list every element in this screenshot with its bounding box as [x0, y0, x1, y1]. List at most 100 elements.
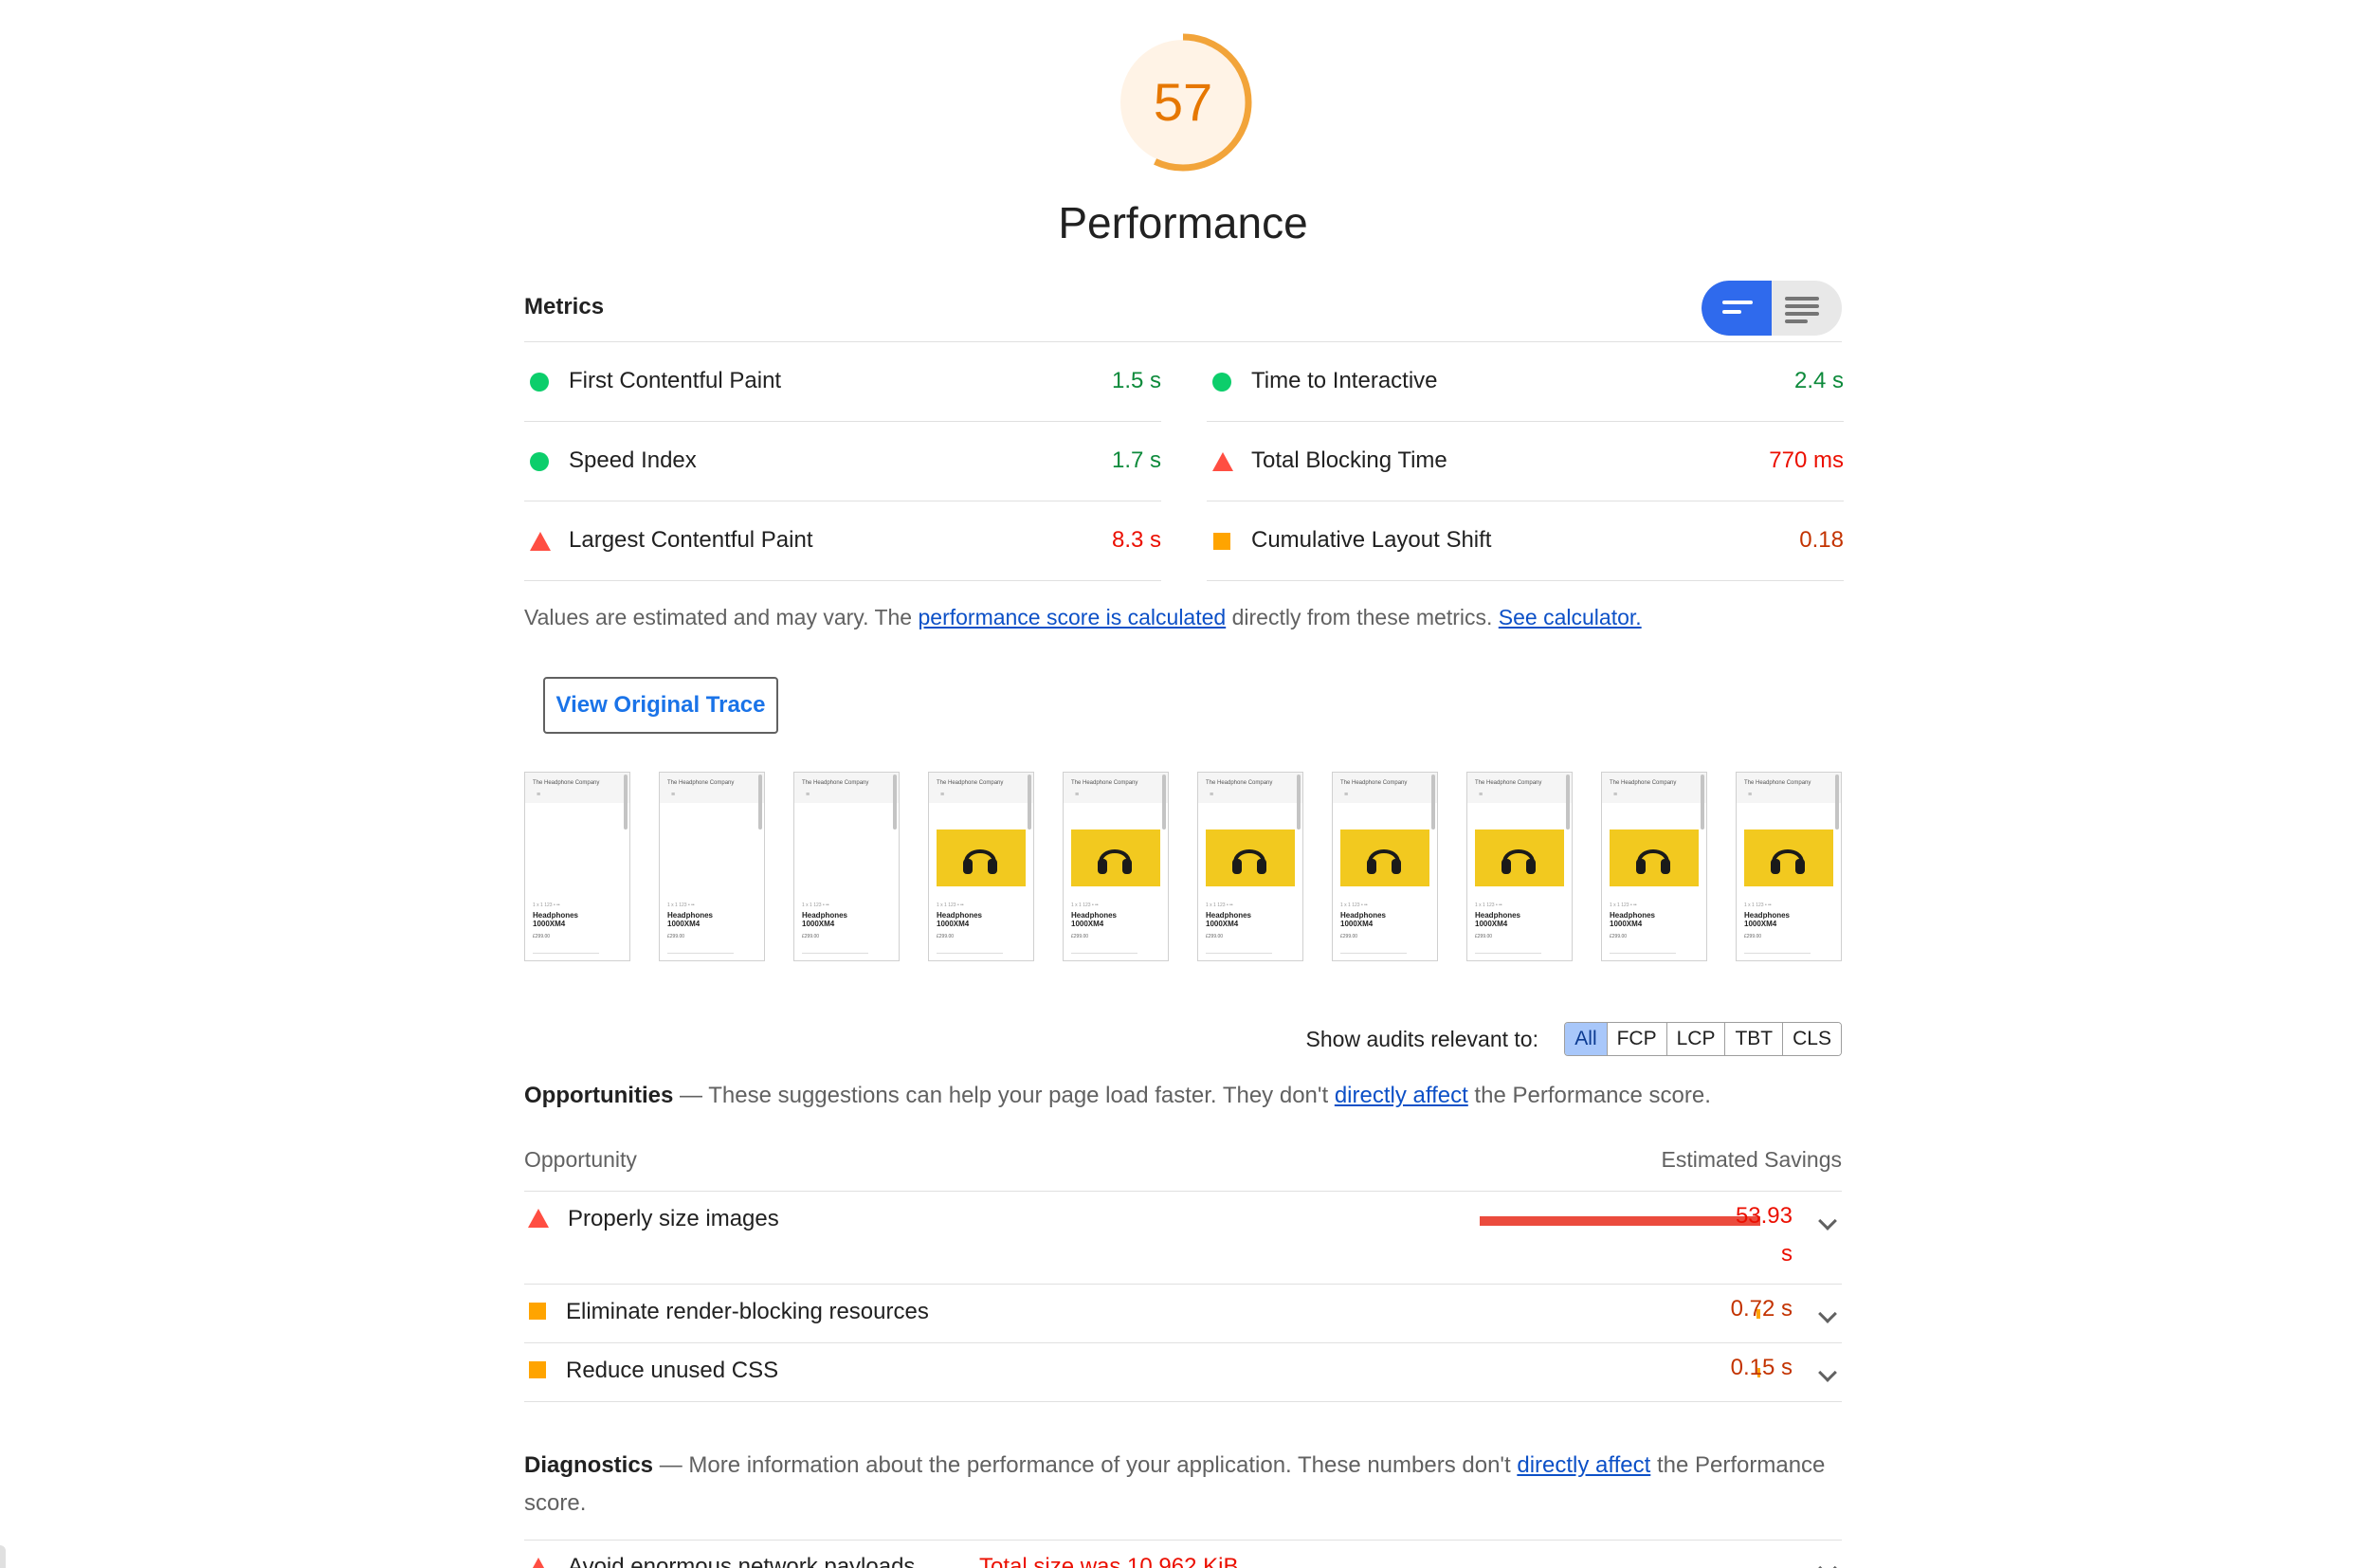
frame-scrollbar — [893, 775, 897, 830]
hamburger-menu-icon: ≡ — [1613, 792, 1618, 798]
metric-label: First Contentful Paint — [569, 368, 782, 393]
bar-view-icon[interactable] — [1702, 281, 1772, 336]
opportunity-eliminate-render-blocking[interactable]: Eliminate render-blocking resources 0.72… — [524, 1285, 1842, 1343]
savings-value: 0.15 s — [1730, 1355, 1793, 1380]
opportunity-reduce-unused-css[interactable]: Reduce unused CSS 0.15 s — [524, 1343, 1842, 1402]
diagnostic-avoid-enormous-payloads[interactable]: Avoid enormous network payloads Total si… — [524, 1540, 1842, 1568]
diagnostic-value: Total size was 10,962 KiB — [979, 1554, 1239, 1568]
average-square-icon — [529, 1361, 546, 1378]
audit-filter: Show audits relevant to: All FCP LCP TBT… — [524, 1022, 1842, 1056]
metrics-grid: First Contentful Paint 1.5 s Speed Index… — [524, 341, 1844, 581]
product-name-line2: 1000XM4 — [667, 920, 701, 928]
product-name-line2: 1000XM4 — [1340, 920, 1374, 928]
frame-header — [1737, 773, 1841, 803]
frame-text-line — [1610, 953, 1676, 954]
product-name-line1: Headphones — [1744, 911, 1791, 920]
savings-value: 0.72 s — [1730, 1296, 1793, 1322]
average-square-icon — [529, 1303, 546, 1320]
frame-scrollbar — [1835, 775, 1839, 830]
note-text: directly from these metrics. — [1226, 605, 1499, 629]
filter-chip-all[interactable]: All — [1565, 1023, 1607, 1055]
frame-product-name: Headphones 1000XM4 — [1206, 911, 1251, 928]
metric-largest-contentful-paint: Largest Contentful Paint 8.3 s — [524, 501, 1161, 581]
metrics-column-left: First Contentful Paint 1.5 s Speed Index… — [524, 342, 1161, 581]
product-name-line1: Headphones — [667, 911, 714, 920]
audit-filter-label: Show audits relevant to: — [1305, 1027, 1538, 1051]
metric-label: Total Blocking Time — [1251, 447, 1447, 473]
opportunity-label: Eliminate render-blocking resources — [566, 1299, 929, 1324]
product-name-line2: 1000XM4 — [1744, 920, 1777, 928]
filmstrip-frame: The Headphone Company ≡ 1 x 1 123 • •• Head… — [1601, 772, 1707, 961]
filter-chip-lcp[interactable]: LCP — [1665, 1023, 1725, 1055]
metrics-title: Metrics — [524, 294, 605, 319]
view-original-trace-button[interactable]: View Original Trace — [543, 677, 778, 734]
directly-affect-link[interactable]: directly affect — [1517, 1452, 1650, 1478]
filmstrip-frame: The Headphone Company ≡ 1 x 1 123 • •• Head… — [1197, 772, 1303, 961]
opportunities-list: Properly size images 53.93 s Eliminate r… — [524, 1191, 1842, 1402]
product-name-line1: Headphones — [533, 911, 579, 920]
frame-small-text: 1 x 1 123 • •• — [1475, 903, 1502, 908]
window-corner — [0, 1545, 6, 1568]
note-text: Values are estimated and may vary. The — [524, 605, 919, 629]
frame-small-text: 1 x 1 123 • •• — [937, 903, 964, 908]
product-name-line1: Headphones — [1340, 911, 1387, 920]
headphones-icon — [1502, 849, 1536, 874]
filter-chip-tbt[interactable]: TBT — [1724, 1023, 1783, 1055]
directly-affect-link[interactable]: directly affect — [1335, 1083, 1468, 1108]
frame-brand: The Headphone Company — [1340, 780, 1408, 786]
average-square-icon — [1213, 533, 1230, 550]
frame-text-line — [667, 953, 734, 954]
frame-brand: The Headphone Company — [1071, 780, 1138, 786]
headphones-icon — [1636, 849, 1670, 874]
product-name-line2: 1000XM4 — [533, 920, 566, 928]
metric-label: Time to Interactive — [1251, 368, 1438, 393]
filmstrip-frame: The Headphone Company ≡ 1 x 1 123 • •• Head… — [1736, 772, 1842, 961]
see-calculator-link[interactable]: See calculator. — [1499, 605, 1642, 629]
frame-price: £299.00 — [1206, 934, 1224, 939]
frame-brand: The Headphone Company — [937, 780, 1004, 786]
opportunity-column-header: Opportunity — [524, 1147, 637, 1172]
filmstrip-frame: The Headphone Company ≡ 1 x 1 123 • •• Head… — [928, 772, 1034, 961]
filter-chip-fcp[interactable]: FCP — [1606, 1023, 1666, 1055]
frame-scrollbar — [1566, 775, 1570, 830]
description-text: These suggestions can help your page loa… — [708, 1083, 1335, 1108]
list-view-icon[interactable] — [1772, 281, 1842, 336]
frame-text-line — [533, 953, 599, 954]
opportunity-label: Properly size images — [568, 1206, 779, 1231]
savings-column-header: Estimated Savings — [1661, 1147, 1842, 1172]
frame-text-line — [1206, 953, 1272, 954]
frame-scrollbar — [624, 775, 628, 830]
description-text: the Performance score. — [1467, 1083, 1711, 1108]
frame-small-text: 1 x 1 123 • •• — [1744, 903, 1772, 908]
hamburger-menu-icon: ≡ — [1748, 792, 1753, 798]
frame-header — [525, 773, 629, 803]
frame-header — [660, 773, 764, 803]
filmstrip-frame: The Headphone Company ≡ 1 x 1 123 • •• Head… — [524, 772, 630, 961]
frame-scrollbar — [1431, 775, 1435, 830]
filter-chip-cls[interactable]: CLS — [1782, 1023, 1841, 1055]
frame-header — [929, 773, 1033, 803]
opportunity-properly-size-images[interactable]: Properly size images 53.93 s — [524, 1192, 1842, 1285]
frame-small-text: 1 x 1 123 • •• — [802, 903, 829, 908]
frame-text-line — [937, 953, 1003, 954]
frame-scrollbar — [758, 775, 762, 830]
product-name-line2: 1000XM4 — [1071, 920, 1104, 928]
hamburger-menu-icon: ≡ — [940, 792, 945, 798]
audit-filter-chips: All FCP LCP TBT CLS — [1564, 1022, 1842, 1056]
chevron-down-icon[interactable] — [1818, 1559, 1837, 1568]
chevron-down-icon[interactable] — [1818, 1304, 1837, 1323]
frame-text-line — [1744, 953, 1811, 954]
chevron-down-icon[interactable] — [1818, 1212, 1837, 1231]
metric-total-blocking-time: Total Blocking Time 770 ms — [1207, 422, 1844, 501]
headphones-icon — [1232, 849, 1266, 874]
separator-dash: — — [673, 1083, 709, 1108]
metrics-view-toggle[interactable] — [1702, 281, 1842, 336]
frame-price: £299.00 — [937, 934, 955, 939]
headphones-icon — [1098, 849, 1132, 874]
frame-product-name: Headphones 1000XM4 — [1744, 911, 1790, 928]
chevron-down-icon[interactable] — [1818, 1363, 1837, 1382]
frame-small-text: 1 x 1 123 • •• — [1206, 903, 1233, 908]
score-calculated-link[interactable]: performance score is calculated — [918, 605, 1226, 629]
filmstrip-frame: The Headphone Company ≡ 1 x 1 123 • •• Head… — [1063, 772, 1169, 961]
frame-header — [1602, 773, 1706, 803]
